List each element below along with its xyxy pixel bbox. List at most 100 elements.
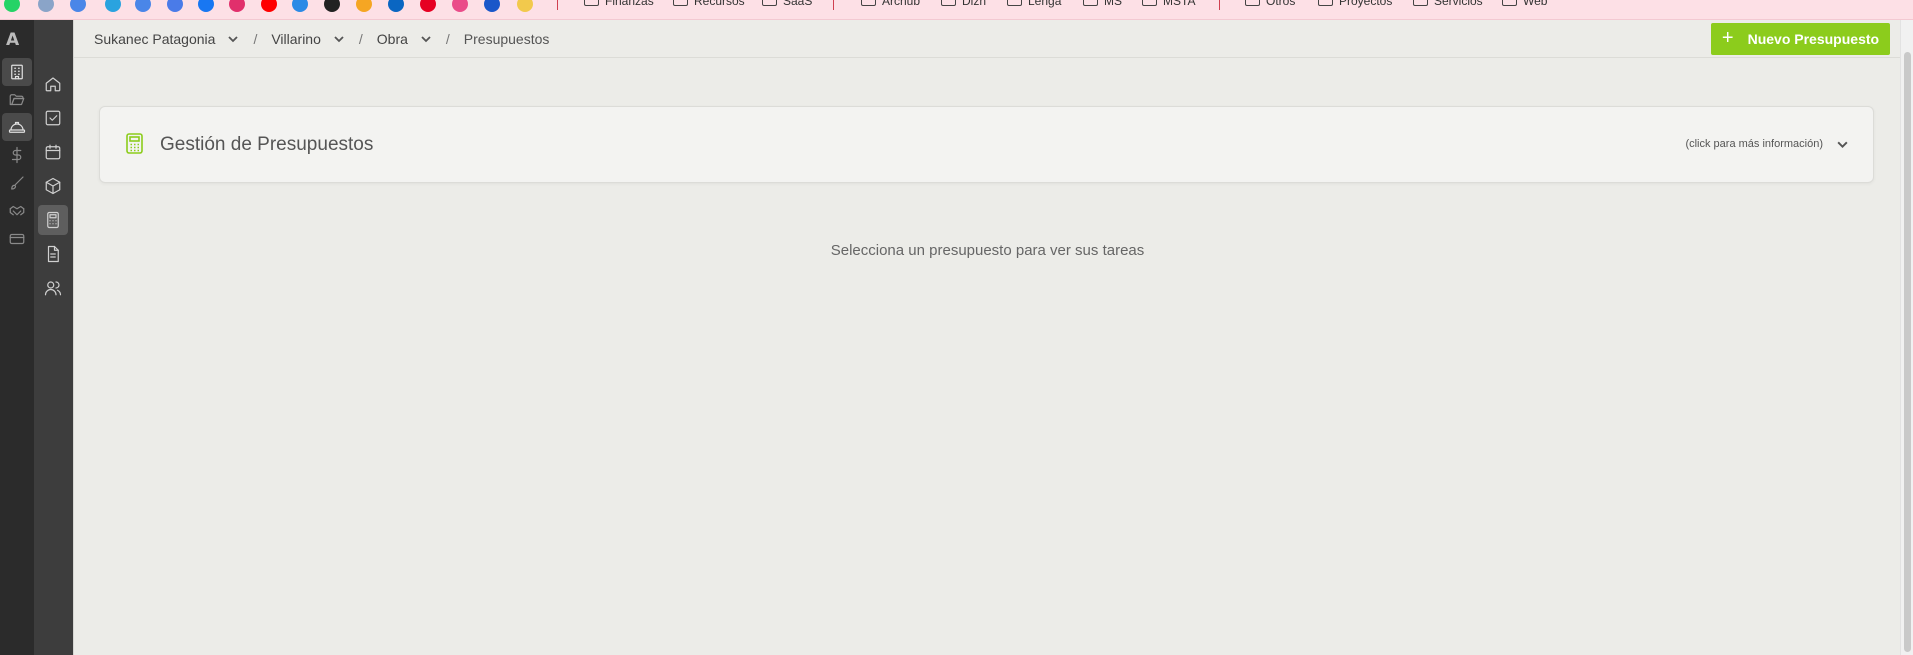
bookmark-folder[interactable]: Servicios: [1413, 0, 1483, 8]
nav-budgets-button[interactable]: [38, 205, 68, 235]
bookmark-folder-label: Proyectos: [1339, 0, 1393, 8]
rail-handshake-button[interactable]: [2, 197, 32, 225]
bookmark-folder-label: MS: [1104, 0, 1122, 8]
calculator-icon: [47, 211, 59, 229]
bulb-icon[interactable]: [38, 0, 54, 12]
dollar-icon: [11, 146, 22, 164]
bookmark-folder[interactable]: Dizn: [941, 0, 986, 8]
breadcrumb-organization[interactable]: Sukanec Patagonia: [94, 31, 239, 47]
main-content: Sukanec Patagonia / Villarino / Obra / P…: [73, 20, 1901, 655]
folder-open-icon: [9, 94, 25, 106]
rail-hard-hat-button[interactable]: [2, 113, 32, 141]
new-budget-button[interactable]: + Nuevo Presupuesto: [1711, 23, 1890, 55]
breadcrumb-project[interactable]: Villarino: [271, 31, 345, 47]
nav-documents-button[interactable]: [38, 239, 68, 269]
instagram-icon[interactable]: [229, 0, 245, 12]
credit-card-icon: [9, 233, 25, 245]
breadcrumb-separator: /: [445, 31, 450, 47]
nav-calendar-button[interactable]: [38, 137, 68, 167]
bookmark-folder[interactable]: Finanzas: [584, 0, 654, 8]
hard-hat-icon: [8, 121, 26, 133]
bookmark-folder-label: Finanzas: [605, 0, 654, 8]
bookmark-folder-label: Archub: [882, 0, 921, 8]
bookmark-separator: [557, 0, 558, 10]
rail-building-button[interactable]: [2, 58, 32, 86]
reader-icon[interactable]: [484, 0, 500, 12]
bookmark-folder[interactable]: SaaS: [762, 0, 812, 8]
nav-materials-button[interactable]: [38, 171, 68, 201]
bookmark-folder-label: MSTA: [1163, 0, 1196, 8]
folder-icon: [1413, 0, 1428, 6]
bookmark-folder[interactable]: Otros: [1245, 0, 1295, 8]
bookmark-folder[interactable]: Recursos: [673, 0, 745, 8]
card-info-text[interactable]: (click para más información): [1685, 138, 1823, 150]
folder-icon: [584, 0, 599, 6]
plus-icon: +: [1721, 27, 1734, 49]
whatsapp-icon[interactable]: [4, 0, 20, 12]
bookmark-separator: [833, 0, 834, 10]
breadcrumb-section[interactable]: Obra: [377, 31, 432, 47]
pinterest-icon[interactable]: [420, 0, 436, 12]
facebook-icon[interactable]: [198, 0, 214, 12]
notion-icon[interactable]: [324, 0, 340, 12]
breadcrumb-separator: /: [253, 31, 258, 47]
bookmark-folder[interactable]: Proyectos: [1318, 0, 1392, 8]
rail-dollar-button[interactable]: [2, 141, 32, 169]
bookmark-folder-label: Otros: [1266, 0, 1296, 8]
folder-icon: [673, 0, 688, 6]
bookmark-folder[interactable]: Lenga: [1007, 0, 1061, 8]
google-icon[interactable]: [135, 0, 151, 12]
checkbox-icon: [45, 110, 61, 126]
breadcrumb-separator: /: [358, 31, 363, 47]
calendar-icon[interactable]: [167, 0, 183, 12]
document-icon: [47, 245, 59, 263]
nav-users-button[interactable]: [38, 273, 68, 303]
chevron-down-icon: [421, 36, 431, 43]
bookmark-separator: [1219, 0, 1220, 10]
linkedin-icon[interactable]: [388, 0, 404, 12]
nav-home-button[interactable]: [38, 69, 68, 99]
folder-icon: [1083, 0, 1098, 6]
empty-state-message: Selecciona un presupuesto para ver sus t…: [830, 242, 1145, 259]
app-logo[interactable]: A: [6, 30, 19, 50]
bookmark-folder[interactable]: Web: [1502, 0, 1547, 8]
scrollbar[interactable]: [1900, 20, 1913, 655]
secondary-rail: [34, 20, 73, 655]
nav-tasks-button[interactable]: [38, 103, 68, 133]
folder-icon: [1142, 0, 1157, 6]
bookmark-folder-label: Lenga: [1028, 0, 1062, 8]
rail-card-button[interactable]: [2, 225, 32, 253]
folder-icon: [762, 0, 777, 6]
bookmark-folder-label: Web: [1523, 0, 1548, 8]
photos-icon[interactable]: [356, 0, 372, 12]
bookmark-folder[interactable]: Archub: [861, 0, 920, 8]
calculator-icon: [126, 133, 143, 154]
folder-icon: [1502, 0, 1517, 6]
primary-rail: A: [0, 20, 34, 655]
chevron-down-icon: [334, 36, 344, 43]
bookmark-folder[interactable]: MSTA: [1142, 0, 1195, 8]
emoji-icon[interactable]: [517, 0, 533, 12]
scrollbar-thumb[interactable]: [1904, 52, 1911, 652]
folder-icon: [1245, 0, 1260, 6]
youtube-icon[interactable]: [261, 0, 277, 12]
bookmark-folder-label: Dizn: [962, 0, 987, 8]
budget-management-card[interactable]: Gestión de Presupuestos (click para más …: [99, 106, 1874, 183]
rail-folder-button[interactable]: [2, 86, 32, 114]
folder-icon: [861, 0, 876, 6]
chrome-icon[interactable]: [70, 0, 86, 12]
building-icon: [11, 64, 23, 80]
dribbble-icon[interactable]: [452, 0, 468, 12]
top-bar: Sukanec Patagonia / Villarino / Obra / P…: [74, 20, 1901, 58]
folder-icon: [941, 0, 956, 6]
home-icon: [45, 77, 61, 92]
bookmarks-bar: Finanzas Recursos SaaS Archub Dizn Lenga MS MST…: [0, 0, 1913, 20]
telegram-icon[interactable]: [105, 0, 121, 12]
bookmark-folder[interactable]: MS: [1083, 0, 1122, 8]
chevron-down-icon[interactable]: [1836, 138, 1849, 151]
breadcrumb-label: Sukanec Patagonia: [94, 31, 216, 47]
mail-icon[interactable]: [292, 0, 308, 12]
rail-brush-button[interactable]: [2, 169, 32, 197]
calendar-icon: [45, 144, 61, 160]
bookmark-folder-label: SaaS: [783, 0, 813, 8]
